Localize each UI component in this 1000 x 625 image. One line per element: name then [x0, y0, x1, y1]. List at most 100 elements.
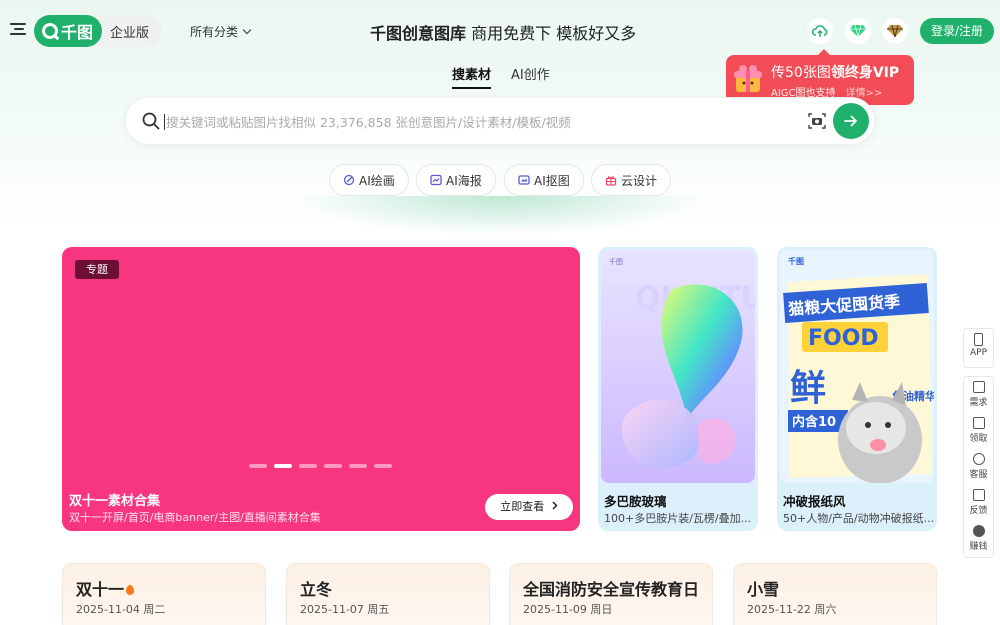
ai-cutout-button[interactable]: AI抠图 [504, 164, 584, 196]
carousel-dot[interactable] [249, 464, 267, 468]
festival-card-fire-safety[interactable]: 全国消防安全宣传教育日 2025-11-09 周日 [509, 563, 713, 625]
sidebar-item-earn[interactable]: 赚钱 [964, 521, 993, 557]
cloud-design-button[interactable]: 云设计 [591, 164, 672, 196]
promo-title-prefix: 传50张图 [771, 65, 831, 81]
sidebar-item-feedback[interactable]: 反馈 [964, 485, 993, 521]
sidebar-item-support[interactable]: 客服 [964, 449, 993, 485]
festival-date: 2025-11-07 周五 [300, 603, 390, 616]
chevron-right-icon [552, 501, 558, 510]
text-caret [164, 114, 165, 130]
poster-icon [430, 174, 442, 186]
festival-name: 全国消防安全宣传教育日 [523, 580, 700, 599]
newspaper-big-char: 鲜 [790, 368, 826, 409]
slogan: 千图创意图库 商用免费下 模板好又多 [370, 20, 636, 44]
card-title: 多巴胺玻璃 [604, 494, 667, 509]
festival-name: 双十一 [76, 576, 135, 600]
view-now-label: 立即查看 [500, 500, 545, 513]
sidebar-label: 赚钱 [969, 542, 988, 552]
carousel-dot[interactable] [374, 464, 392, 468]
search-input[interactable] [166, 110, 786, 134]
banner-title: 双十一素材合集 [69, 494, 161, 509]
coupon-icon [972, 417, 985, 429]
newspaper-artwork-image: 猫粮大促囤货季 FOOD 鲜 内含10 鱼油精华 千图 [780, 250, 934, 483]
carousel-dot[interactable] [324, 464, 342, 468]
card-title: 冲破报纸风 [783, 494, 846, 509]
top-bar: 千图 企业版 所有分类 千图创意图库 商用免费下 模板好又多 登录/注册 [0, 0, 1000, 62]
topic-card-dopamine-glass[interactable]: QIANTU 千图 多巴胺玻璃 100+多巴胺片装/瓦楞/叠加... [598, 247, 758, 531]
newspaper-logo: 千图 [788, 256, 804, 266]
logo-mark: 千图 [34, 15, 102, 47]
festival-card-xiaoxue[interactable]: 小雪 2025-11-22 周六 [733, 563, 937, 625]
feedback-icon [972, 489, 985, 501]
card-subtitle: 100+多巴胺片装/瓦楞/叠加... [604, 512, 752, 525]
carousel-dot[interactable] [274, 464, 292, 468]
search-submit-button[interactable] [833, 103, 869, 139]
edition-label: 企业版 [110, 26, 150, 41]
clipboard-icon [972, 381, 985, 393]
svip-button[interactable] [882, 18, 908, 44]
festival-date: 2025-11-22 周六 [747, 603, 837, 616]
cutout-icon [518, 175, 530, 185]
slogan-text: 商用免费下 模板好又多 [471, 24, 637, 43]
fire-icon [126, 585, 135, 595]
festival-name: 小雪 [747, 580, 780, 599]
glass-logo: 千图 [609, 257, 623, 266]
sidebar-item-app[interactable]: APP [964, 329, 993, 367]
headset-icon [972, 453, 985, 465]
festival-card-double11[interactable]: 双十一 2025-11-04 周二 [62, 563, 266, 625]
phone-icon [974, 333, 983, 346]
app-box: APP [963, 328, 994, 368]
paintbrush-icon [343, 174, 355, 186]
gold-diamond-icon [887, 24, 903, 38]
logo[interactable]: 千图 企业版 [34, 15, 162, 47]
sidebar-label: 需求 [969, 398, 988, 408]
q-logo-icon [42, 23, 58, 39]
menu-icon[interactable] [10, 23, 26, 39]
tool-label: 云设计 [621, 173, 658, 188]
card-thumbnail: 猫粮大促囤货季 FOOD 鲜 内含10 鱼油精华 千图 [780, 250, 934, 483]
diamond-icon [850, 24, 866, 38]
carousel-dots [249, 464, 392, 468]
slogan-brand: 千图创意图库 [370, 24, 467, 43]
logo-text: 千图 [61, 23, 94, 42]
sidebar-item-claim[interactable]: 领取 [964, 413, 993, 449]
view-now-button[interactable]: 立即查看 [485, 494, 573, 520]
festival-name-text: 双十一 [76, 580, 125, 599]
arrow-right-icon [844, 115, 857, 127]
login-button[interactable]: 登录/注册 [920, 18, 994, 44]
search-tabs: 搜素材 AI创作 [452, 64, 550, 89]
cloud-design-icon [605, 176, 617, 186]
gift-box-icon [734, 65, 762, 92]
carousel-dot[interactable] [299, 464, 317, 468]
promo-title: 传50张图领终身VIP [771, 62, 899, 82]
tool-label: AI海报 [446, 173, 482, 188]
search-bar [125, 97, 875, 145]
sidebar-item-request[interactable]: 需求 [964, 377, 993, 413]
vip-button[interactable] [845, 18, 871, 44]
tools-box: 需求 领取 客服 反馈 赚钱 [963, 376, 994, 558]
sidebar-label: 反馈 [969, 506, 988, 516]
camera-search-icon[interactable] [808, 112, 826, 130]
upload-button[interactable] [807, 18, 833, 44]
category-dropdown[interactable]: 所有分类 [190, 23, 252, 40]
festival-date: 2025-11-04 周二 [76, 603, 166, 616]
category-label: 所有分类 [190, 25, 239, 39]
ai-poster-button[interactable]: AI海报 [416, 164, 496, 196]
tab-search-material[interactable]: 搜素材 [452, 64, 492, 89]
topic-card-newspaper[interactable]: 猫粮大促囤货季 FOOD 鲜 内含10 鱼油精华 千图 冲破报纸风 50+人物/… [777, 247, 937, 531]
money-bag-icon [972, 525, 985, 537]
hero-banner[interactable]: 专题 双十一素材合集 双十一开屏/首页/电商banner/主图/直播间素材合集 … [62, 247, 580, 531]
carousel-dot[interactable] [349, 464, 367, 468]
ai-paint-button[interactable]: AI绘画 [329, 164, 409, 196]
festival-card-lidong[interactable]: 立冬 2025-11-07 周五 [286, 563, 490, 625]
festival-date: 2025-11-09 周日 [523, 603, 613, 616]
tab-ai-create[interactable]: AI创作 [511, 64, 550, 89]
newspaper-food: FOOD [808, 326, 879, 351]
cloud-upload-icon [812, 25, 828, 37]
promo-title-highlight: 领终身VIP [830, 65, 900, 81]
sidebar-label: APP [969, 348, 987, 358]
tool-label: AI抠图 [534, 173, 570, 188]
chevron-down-icon [242, 25, 252, 35]
right-sidebar: APP 需求 领取 客服 反馈 赚钱 [963, 328, 994, 558]
newspaper-bottom: 内含10 [792, 414, 836, 430]
